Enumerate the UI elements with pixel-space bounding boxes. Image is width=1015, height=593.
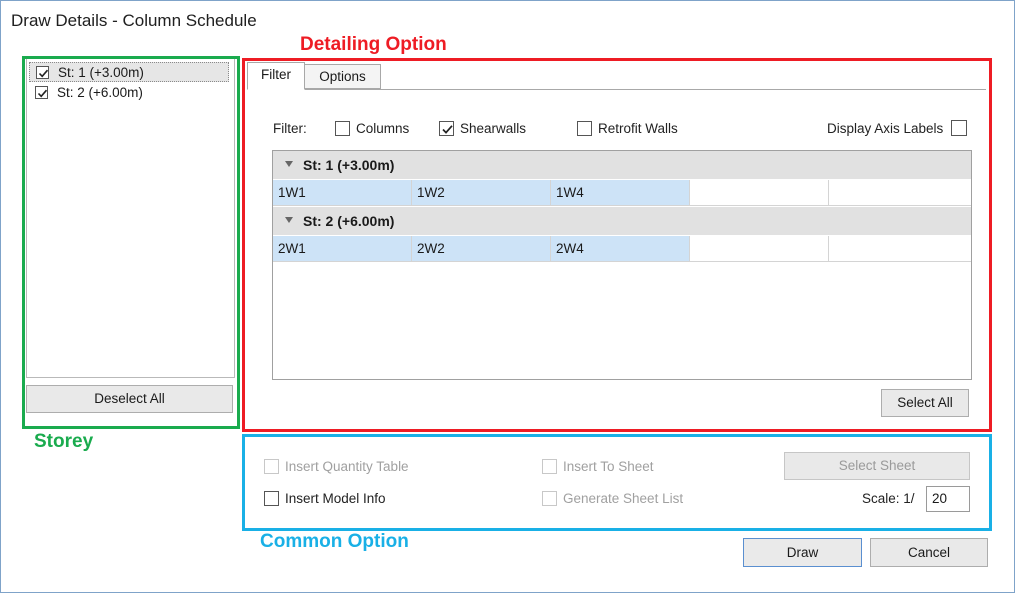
detailing-highlight-box — [242, 58, 992, 432]
cancel-button[interactable]: Cancel — [870, 538, 988, 567]
common-highlight-box — [242, 434, 992, 531]
annotation-common-option: Common Option — [260, 531, 409, 552]
draw-button[interactable]: Draw — [743, 538, 862, 567]
dialog-title: Draw Details - Column Schedule — [11, 11, 257, 30]
storey-highlight-box — [22, 56, 240, 429]
annotation-detailing-option: Detailing Option — [300, 34, 447, 55]
annotation-storey: Storey — [34, 431, 94, 452]
